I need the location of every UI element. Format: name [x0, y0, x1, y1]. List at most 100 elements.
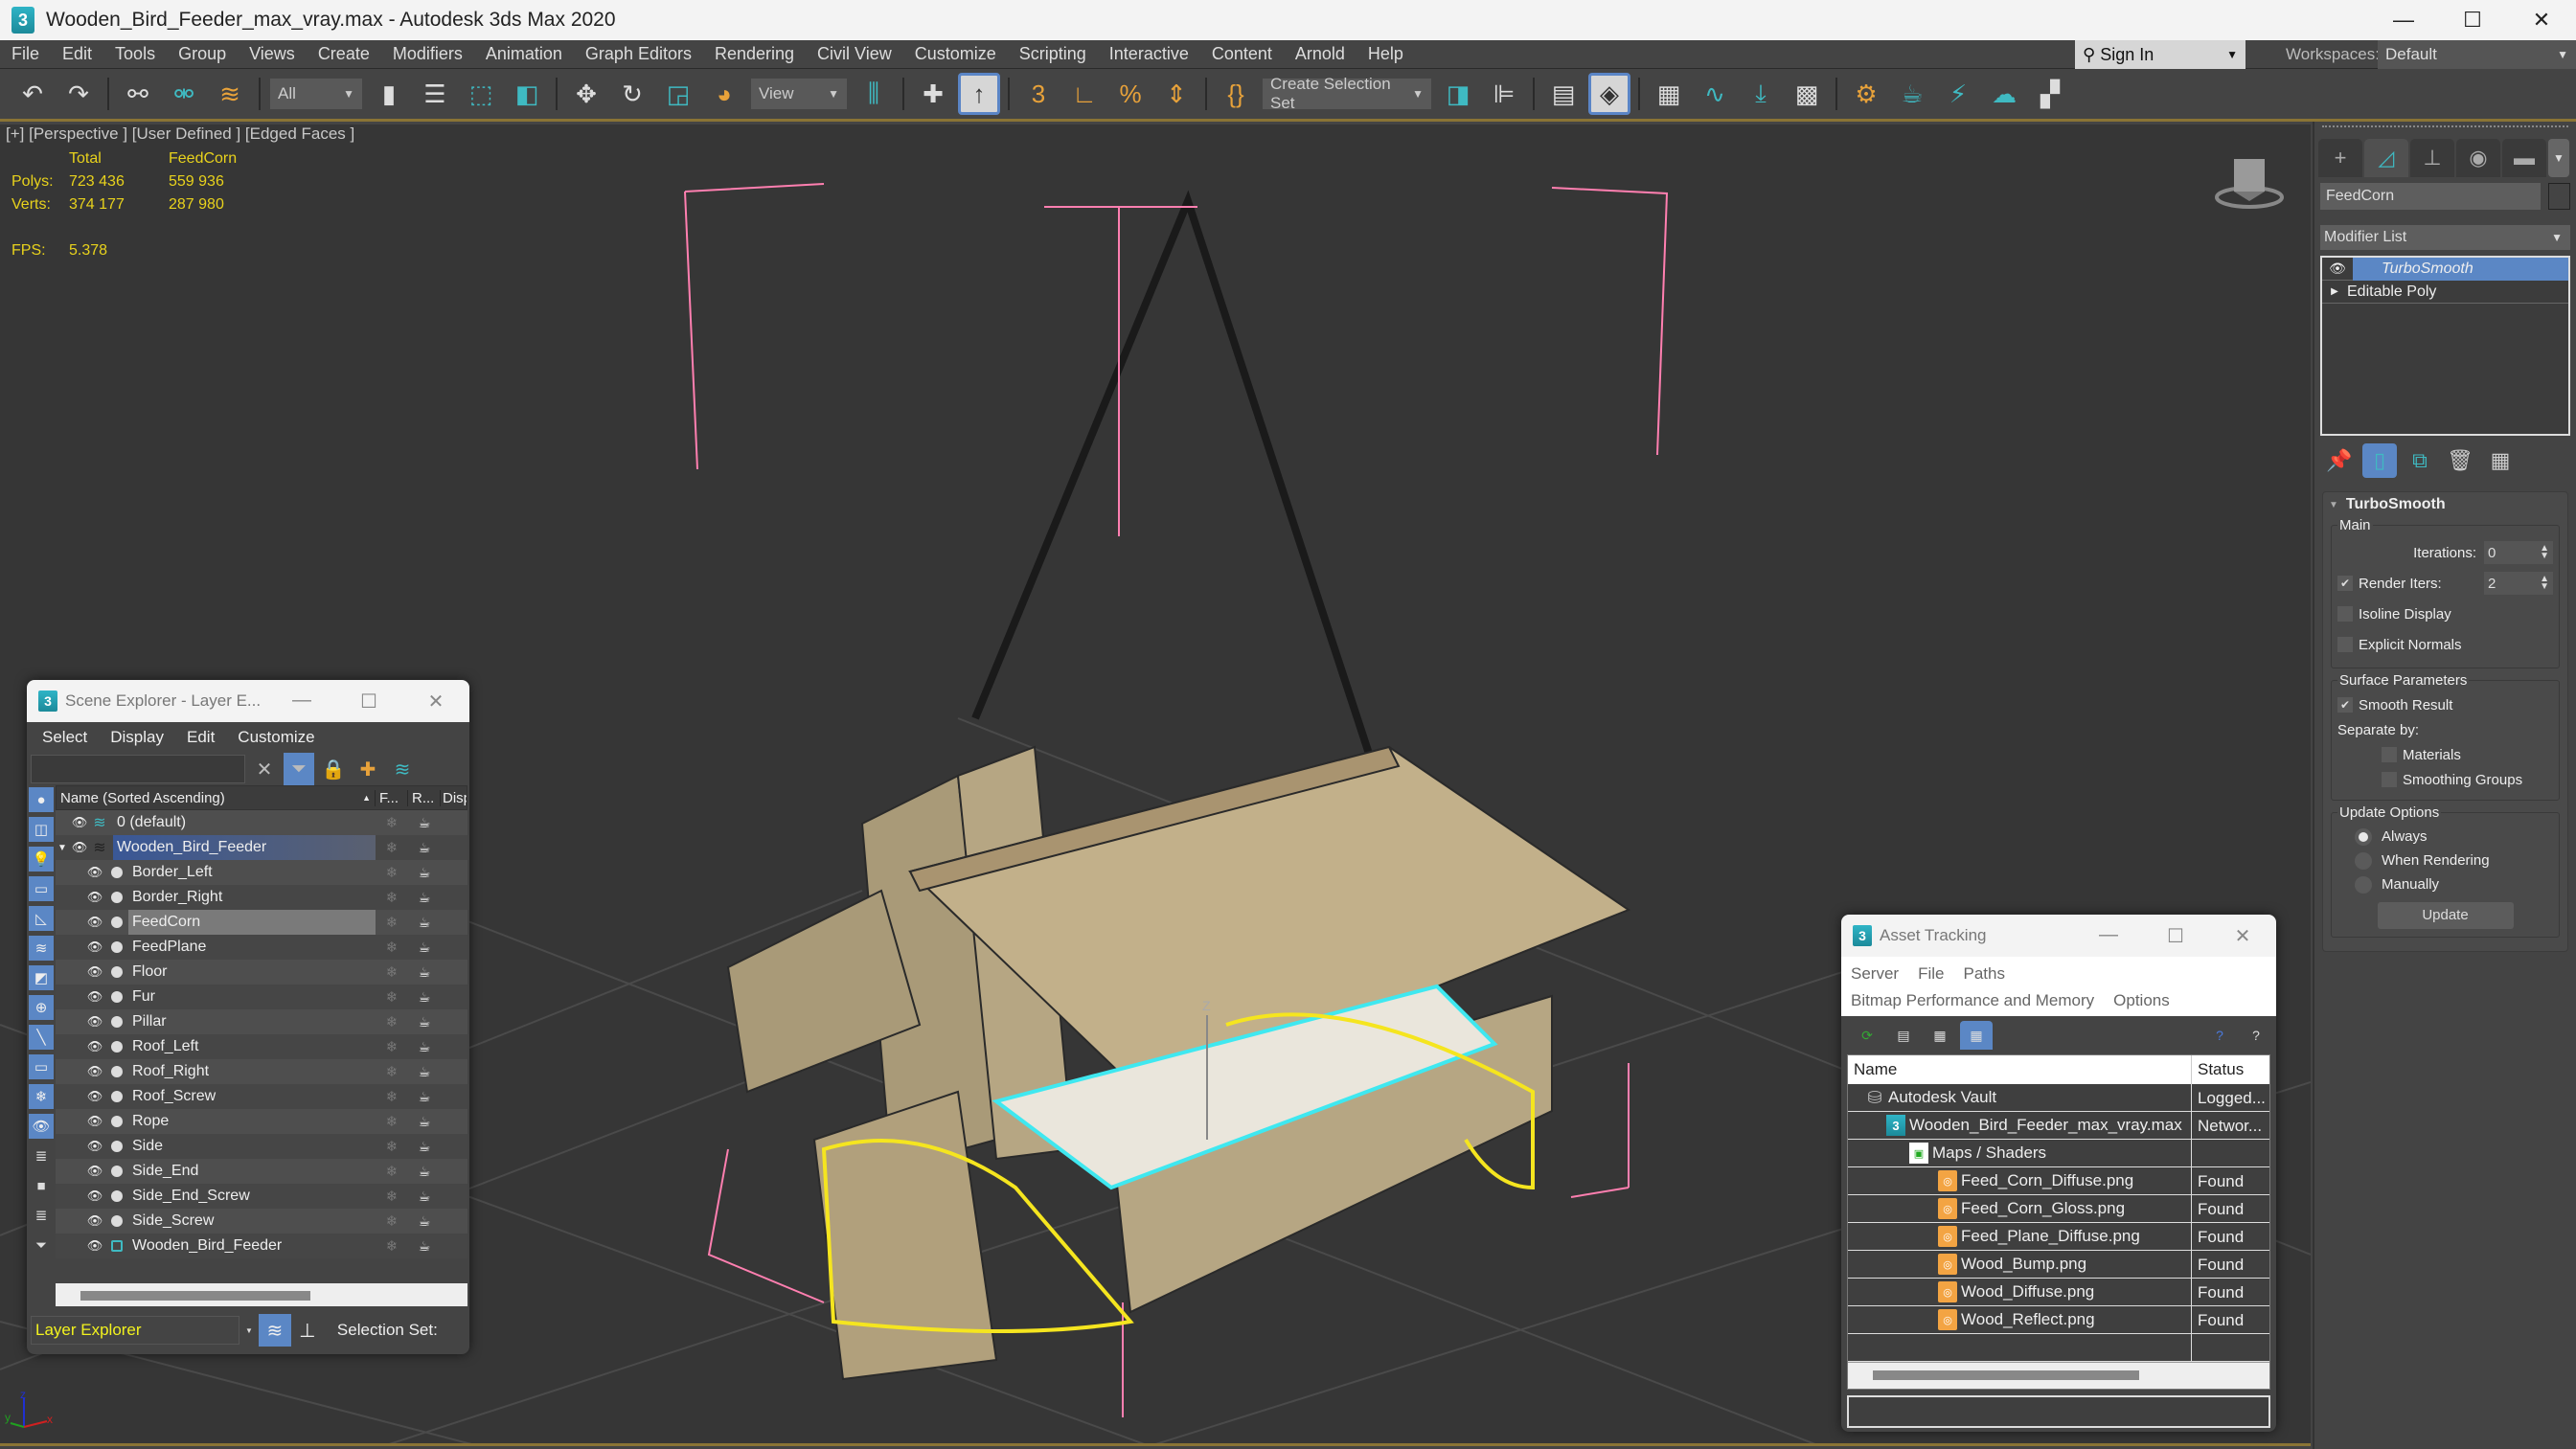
- select-manipulate-icon[interactable]: ✚: [912, 73, 954, 115]
- horizontal-scrollbar[interactable]: [1848, 1362, 2269, 1389]
- schematic-view-icon[interactable]: ⤓: [1740, 73, 1782, 115]
- render-cloud-icon[interactable]: ☁: [1983, 73, 2025, 115]
- stack-item-turbosmooth[interactable]: 👁 TurboSmooth: [2322, 257, 2568, 281]
- menu-server[interactable]: Server: [1851, 964, 1899, 984]
- close-button[interactable]: ✕: [402, 690, 469, 713]
- display-lights-icon[interactable]: 💡: [29, 847, 54, 872]
- expand-triangle-icon[interactable]: ▶: [2328, 286, 2341, 297]
- freeze-icon[interactable]: ❄: [376, 963, 408, 981]
- menu-edit[interactable]: Edit: [187, 728, 215, 747]
- renderable-teapot-icon[interactable]: ☕: [408, 815, 441, 831]
- eye-icon[interactable]: 👁: [69, 815, 90, 830]
- menu-customize[interactable]: Customize: [903, 44, 1008, 64]
- create-tab[interactable]: +: [2318, 139, 2362, 177]
- eye-icon[interactable]: 👁: [84, 865, 105, 880]
- eye-icon[interactable]: 👁: [84, 940, 105, 955]
- display-shapes-icon[interactable]: ◫: [29, 817, 54, 842]
- column-status-header[interactable]: Status: [2191, 1055, 2269, 1084]
- asset-row[interactable]: ◎ Wood_Diffuse.png Found: [1848, 1278, 2269, 1306]
- column-display-header[interactable]: Disp: [440, 789, 467, 806]
- renderable-teapot-icon[interactable]: ☕: [408, 1114, 441, 1130]
- object-row[interactable]: 👁 Rope ❄ ☕: [56, 1109, 467, 1134]
- spinner-snap-icon[interactable]: ⇕: [1155, 73, 1197, 115]
- display-geometry-icon[interactable]: ●: [29, 787, 54, 812]
- close-button[interactable]: ✕: [2507, 0, 2576, 40]
- menu-tools[interactable]: Tools: [103, 44, 167, 64]
- column-render-header[interactable]: R...: [407, 789, 440, 806]
- eye-icon[interactable]: 👁: [84, 1014, 105, 1030]
- explicit-normals-checkbox[interactable]: [2337, 637, 2353, 652]
- refresh-icon[interactable]: ⟳: [1851, 1021, 1883, 1050]
- freeze-icon[interactable]: ❄: [376, 814, 408, 831]
- object-row[interactable]: 👁 Roof_Left ❄ ☕: [56, 1034, 467, 1059]
- menu-bitmap-performance[interactable]: Bitmap Performance and Memory: [1851, 991, 2094, 1010]
- rect-selection-icon[interactable]: ⬚: [460, 73, 502, 115]
- menu-help[interactable]: Help: [1356, 44, 1415, 64]
- freeze-icon[interactable]: ❄: [376, 1013, 408, 1030]
- menu-edit[interactable]: Edit: [51, 44, 103, 64]
- align-icon[interactable]: ⊫: [1483, 73, 1525, 115]
- snap-3d-icon[interactable]: 3: [1017, 73, 1060, 115]
- expand-triangle-icon[interactable]: ▼: [57, 843, 69, 853]
- render-iters-checkbox[interactable]: ✔: [2337, 576, 2353, 591]
- scene-explorer-titlebar[interactable]: 3 Scene Explorer - Layer E... — ☐ ✕: [27, 680, 469, 722]
- menu-select[interactable]: Select: [42, 728, 87, 747]
- freeze-icon[interactable]: ❄: [376, 1038, 408, 1055]
- maximize-button[interactable]: ☐: [2438, 0, 2507, 40]
- object-row[interactable]: 👁 Roof_Right ❄ ☕: [56, 1059, 467, 1084]
- create-layer-icon[interactable]: ✚: [353, 753, 383, 785]
- menu-scripting[interactable]: Scripting: [1008, 44, 1098, 64]
- asset-row[interactable]: ◎ Wood_Reflect.png Found: [1848, 1305, 2269, 1334]
- object-row[interactable]: 👁 Wooden_Bird_Feeder ❄ ☕: [56, 1234, 467, 1258]
- clear-search-icon[interactable]: ✕: [249, 753, 280, 785]
- renderable-teapot-icon[interactable]: ☕: [408, 1189, 441, 1205]
- display-containers-icon[interactable]: ▭: [29, 1054, 54, 1079]
- menu-content[interactable]: Content: [1200, 44, 1284, 64]
- render-iters-spinner[interactable]: 2 ▲ ▼: [2484, 572, 2553, 595]
- make-unique-icon[interactable]: ⧉: [2403, 443, 2437, 478]
- help-icon[interactable]: ?: [2203, 1021, 2236, 1050]
- object-row[interactable]: 👁 FeedPlane ❄ ☕: [56, 935, 467, 960]
- column-name-header[interactable]: Name (Sorted Ascending): [57, 790, 362, 806]
- object-row[interactable]: 👁 Side ❄ ☕: [56, 1134, 467, 1159]
- asset-row[interactable]: ◎ Feed_Corn_Diffuse.png Found: [1848, 1166, 2269, 1195]
- display-all-icon[interactable]: ≣: [29, 1143, 54, 1168]
- renderable-teapot-icon[interactable]: ☕: [408, 940, 441, 956]
- spinner-arrows-icon[interactable]: ▲ ▼: [2540, 544, 2549, 561]
- menu-modifiers[interactable]: Modifiers: [381, 44, 474, 64]
- stack-item-editable-poly[interactable]: ▶ Editable Poly: [2322, 281, 2568, 304]
- render-setup-icon[interactable]: ⚙: [1845, 73, 1887, 115]
- display-none-icon[interactable]: ■: [29, 1173, 54, 1198]
- object-row[interactable]: 👁 Side_End_Screw ❄ ☕: [56, 1184, 467, 1209]
- renderable-teapot-icon[interactable]: ☕: [408, 915, 441, 931]
- renderable-teapot-icon[interactable]: ☕: [408, 1014, 441, 1030]
- viewcube-icon[interactable]: [2211, 155, 2288, 213]
- object-row[interactable]: 👁 Border_Left ❄ ☕: [56, 860, 467, 885]
- column-name-header[interactable]: Name: [1848, 1060, 2191, 1079]
- more-tabs-dropdown[interactable]: ▼: [2548, 139, 2569, 177]
- eye-icon[interactable]: 👁: [84, 1213, 105, 1229]
- materials-checkbox[interactable]: [2382, 747, 2397, 762]
- menu-rendering[interactable]: Rendering: [703, 44, 806, 64]
- object-row[interactable]: 👁 Floor ❄ ☕: [56, 960, 467, 985]
- menu-file[interactable]: File: [0, 44, 51, 64]
- pivot-icon[interactable]: ⫼: [853, 73, 895, 115]
- asset-tracking-titlebar[interactable]: 3 Asset Tracking — ☐ ✕: [1841, 915, 2276, 957]
- eye-icon[interactable]: 👁: [84, 1189, 105, 1204]
- freeze-icon[interactable]: ❄: [376, 1063, 408, 1080]
- table-view-icon[interactable]: ▦: [1960, 1021, 1993, 1050]
- motion-tab[interactable]: ◉: [2456, 139, 2500, 177]
- close-button[interactable]: ✕: [2209, 924, 2276, 948]
- renderable-teapot-icon[interactable]: ☕: [408, 964, 441, 981]
- eye-icon[interactable]: 👁: [69, 840, 90, 855]
- menu-animation[interactable]: Animation: [474, 44, 574, 64]
- explorer-mode-dropdown[interactable]: Layer Explorer: [31, 1316, 239, 1345]
- eye-icon[interactable]: 👁: [84, 915, 105, 930]
- minimize-button[interactable]: —: [268, 690, 335, 713]
- renderable-teapot-icon[interactable]: ☕: [408, 890, 441, 906]
- menu-views[interactable]: Views: [238, 44, 307, 64]
- scene-explorer-icon[interactable]: ◈: [1588, 73, 1630, 115]
- eye-icon[interactable]: 👁: [84, 1139, 105, 1154]
- freeze-icon[interactable]: ❄: [376, 864, 408, 881]
- eye-icon[interactable]: 👁: [84, 1238, 105, 1254]
